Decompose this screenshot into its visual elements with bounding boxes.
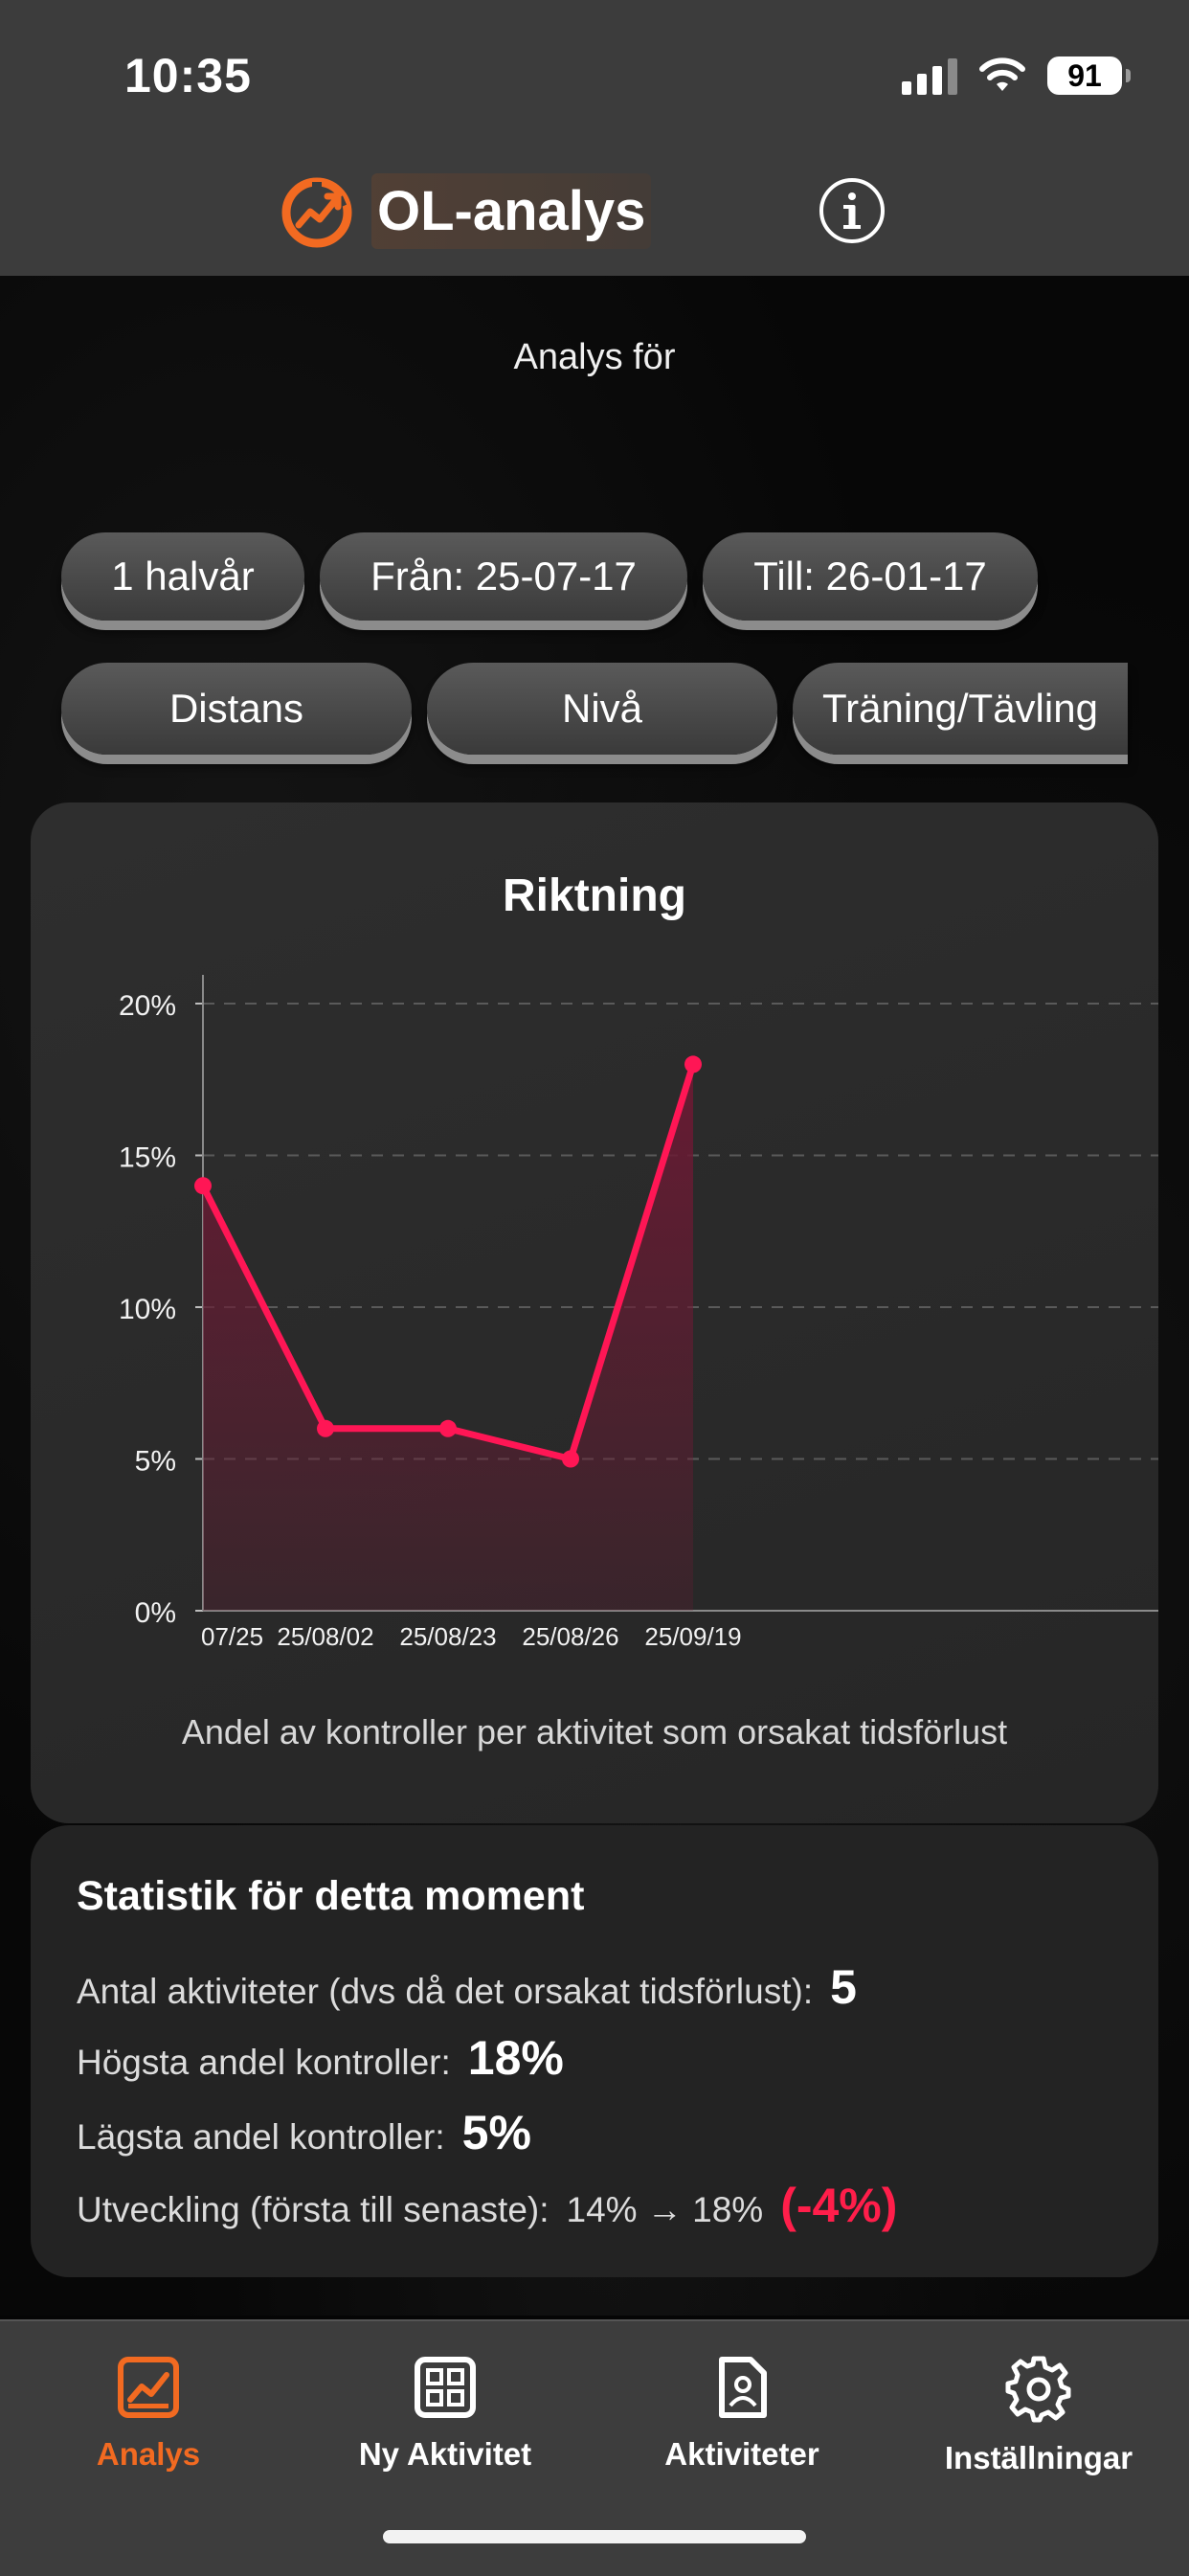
level-filter-button[interactable]: Nivå bbox=[427, 663, 777, 755]
y-tick-label: 15% bbox=[119, 1142, 176, 1174]
chart-icon bbox=[118, 2357, 179, 2418]
period-button[interactable]: 1 halvår bbox=[61, 532, 304, 621]
gear-icon bbox=[1005, 2356, 1071, 2423]
line-chart: 0% 5% 10% 15% 20% 07/25 25/08/02 25/08/23 25/08/… bbox=[119, 975, 1158, 1651]
y-tick-label: 0% bbox=[135, 1597, 176, 1629]
app-title: OL-analys bbox=[371, 172, 652, 249]
tab-installningar-label: Inställningar bbox=[944, 2440, 1133, 2475]
battery-icon: 91 bbox=[1047, 56, 1131, 95]
y-tick-label: 5% bbox=[135, 1446, 176, 1478]
analysis-for-label: Analys för bbox=[513, 337, 676, 377]
stat-trend-delta: (-4%) bbox=[780, 2179, 898, 2232]
stat-lowest-value: 5% bbox=[461, 2106, 531, 2159]
chart-circle-icon bbox=[281, 177, 352, 248]
tab-aktiviteter[interactable]: Aktiviteter bbox=[594, 2356, 890, 2473]
x-tick-label: 25/08/23 bbox=[399, 1622, 496, 1651]
tab-aktiviteter-label: Aktiviteter bbox=[664, 2436, 819, 2472]
y-tick-label: 20% bbox=[119, 990, 176, 1022]
tab-analys-label: Analys bbox=[96, 2436, 201, 2472]
wifi-icon bbox=[979, 57, 1025, 91]
stat-lowest: Lägsta andel kontroller: 5% bbox=[77, 2105, 531, 2160]
app-header: OL-analys bbox=[278, 169, 652, 253]
status-icons: 91 bbox=[902, 54, 1131, 98]
data-point bbox=[684, 1055, 702, 1073]
data-point bbox=[317, 1419, 334, 1437]
chart-card: Riktning 0% 5% 10% 15% 20% 07/25 25/08/02 25/08… bbox=[31, 802, 1158, 1823]
from-date-button[interactable]: Från: 25-07-17 bbox=[320, 532, 687, 621]
stat-activities-label: Antal aktiviteter (dvs då det orsakat ti… bbox=[77, 1972, 814, 2011]
data-point bbox=[562, 1450, 579, 1468]
stat-trend-label: Utveckling (första till senaste): bbox=[77, 2190, 550, 2229]
tab-installningar[interactable]: Inställningar bbox=[890, 2356, 1187, 2476]
signal-icon bbox=[902, 56, 957, 95]
stats-card: Statistik för detta moment Antal aktivit… bbox=[31, 1825, 1158, 2277]
x-tick-label: 25/08/02 bbox=[277, 1622, 373, 1651]
tab-ny-aktivitet-label: Ny Aktivitet bbox=[358, 2436, 532, 2472]
y-tick-label: 10% bbox=[119, 1294, 176, 1325]
stat-lowest-label: Lägsta andel kontroller: bbox=[77, 2117, 445, 2157]
stat-trend-range: 14% → 18% bbox=[566, 2190, 764, 2229]
stats-title: Statistik för detta moment bbox=[77, 1873, 585, 1919]
home-indicator bbox=[383, 2530, 806, 2543]
tab-bar: Analys Ny Aktivitet Aktiviteter Inställn… bbox=[0, 2319, 1189, 2576]
distance-filter-button[interactable]: Distans bbox=[61, 663, 412, 755]
data-point bbox=[439, 1419, 457, 1437]
tab-analys[interactable]: Analys bbox=[0, 2356, 297, 2473]
info-icon[interactable] bbox=[818, 176, 886, 245]
stat-highest-label: Högsta andel kontroller: bbox=[77, 2043, 451, 2082]
to-date-button[interactable]: Till: 26-01-17 bbox=[703, 532, 1038, 621]
tab-ny-aktivitet[interactable]: Ny Aktivitet bbox=[297, 2356, 594, 2473]
x-tick-label: 25/09/19 bbox=[644, 1622, 741, 1651]
training-competition-filter-button[interactable]: Träning/Tävling bbox=[793, 663, 1128, 755]
stat-highest: Högsta andel kontroller: 18% bbox=[77, 2030, 564, 2086]
data-point bbox=[194, 1177, 212, 1195]
stat-activities-value: 5 bbox=[830, 1960, 857, 2014]
grid-icon bbox=[415, 2357, 476, 2418]
chart-caption: Andel av kontroller per aktivitet som or… bbox=[181, 1712, 1008, 1751]
stat-trend: Utveckling (första till senaste): 14% → … bbox=[77, 2178, 897, 2233]
x-tick-label: 07/25 bbox=[201, 1622, 263, 1651]
top-bar: 10:35 91 OL-analys bbox=[0, 0, 1189, 276]
stat-activities: Antal aktiviteter (dvs då det orsakat ti… bbox=[77, 1959, 857, 2015]
document-icon bbox=[719, 2357, 767, 2418]
x-tick-label: 25/08/26 bbox=[522, 1622, 618, 1651]
stat-highest-value: 18% bbox=[467, 2031, 564, 2085]
status-time: 10:35 bbox=[124, 49, 252, 102]
